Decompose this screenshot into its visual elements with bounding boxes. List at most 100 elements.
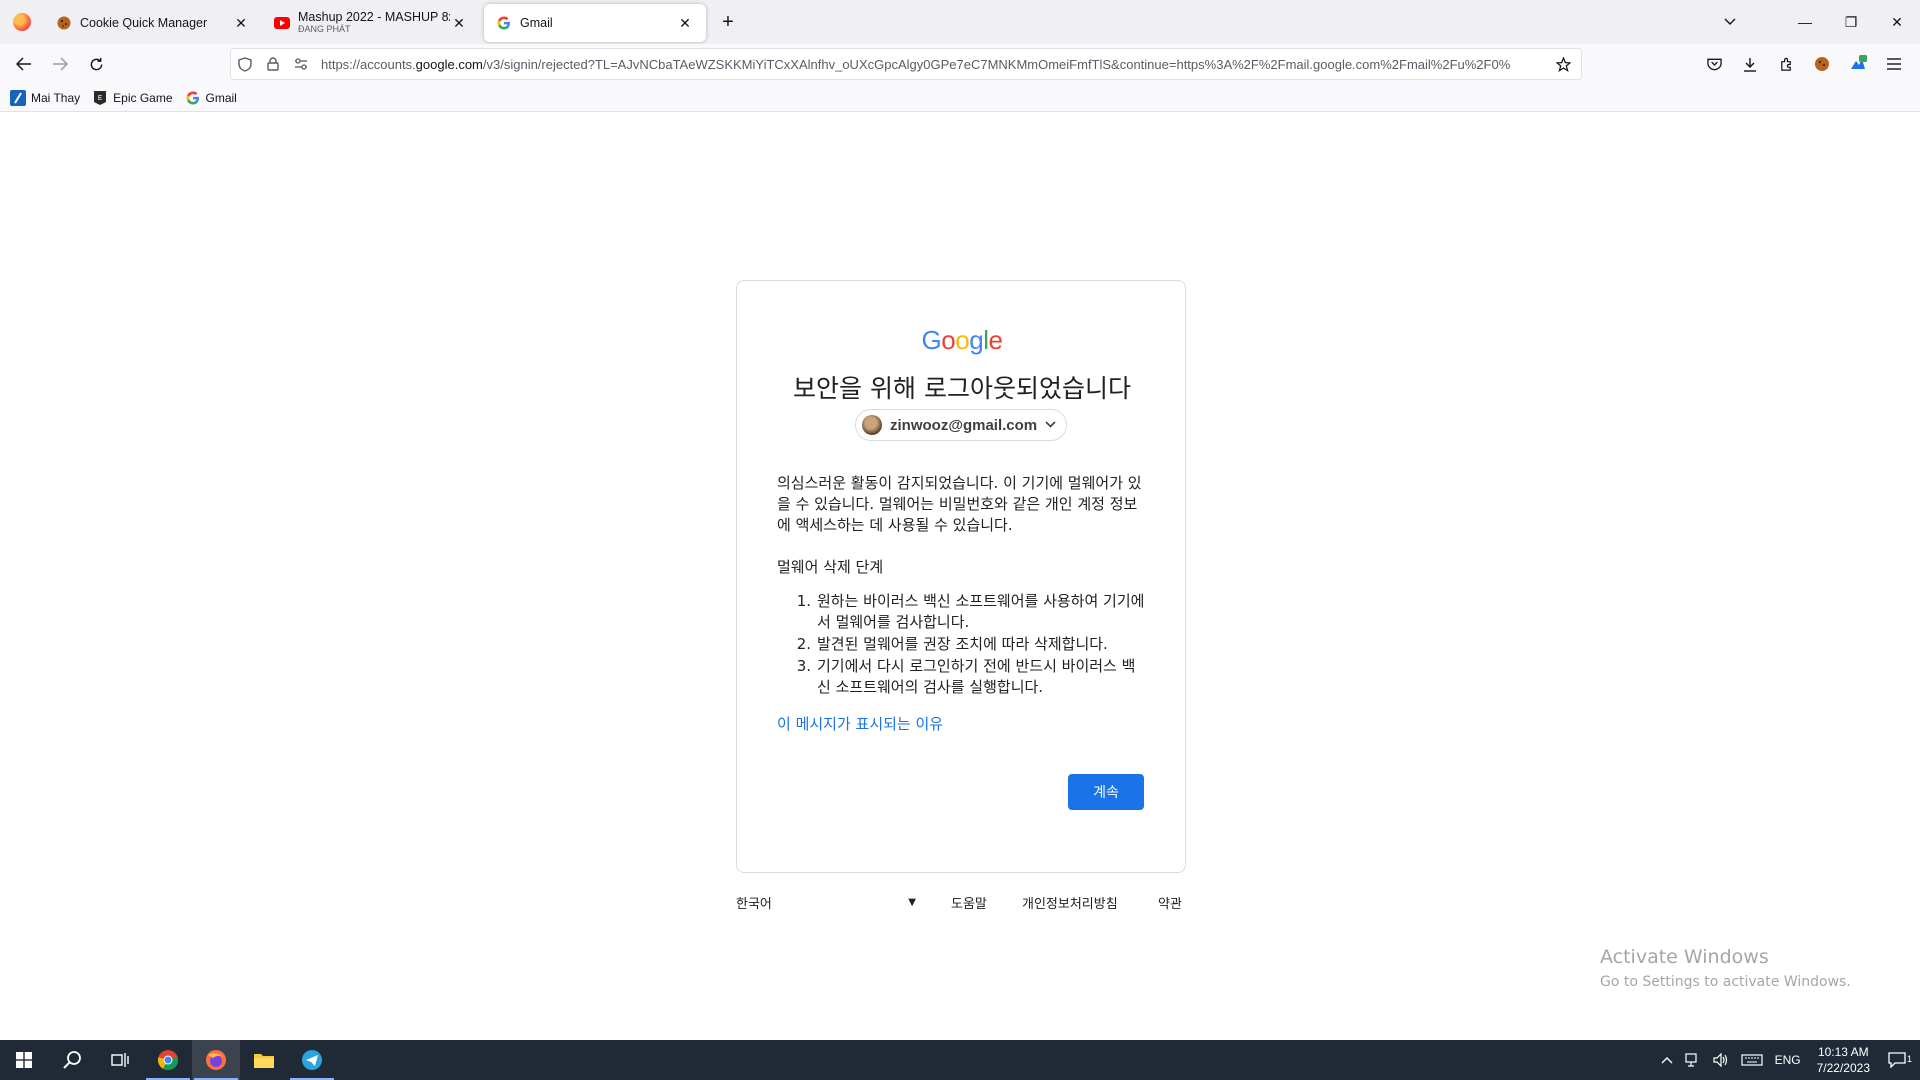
pocket-button[interactable] (1696, 48, 1732, 80)
restore-button[interactable]: ❐ (1828, 0, 1874, 44)
tab-youtube-mashup[interactable]: Mashup 2022 - MASHUP 8x 9x Hot TikTok ĐA… (262, 4, 480, 42)
downloads-button[interactable] (1732, 48, 1768, 80)
privacy-link[interactable]: 개인정보처리방침 (1022, 893, 1118, 912)
taskbar-chrome[interactable] (144, 1040, 192, 1080)
bookmark-epic-game[interactable]: E Epic Game (92, 90, 173, 106)
chevron-down-icon (1045, 419, 1056, 431)
bookmarks-toolbar: Mai Thay E Epic Game Gmail (0, 84, 1920, 112)
close-tab-icon[interactable]: ✕ (450, 14, 468, 32)
permissions-icon[interactable] (287, 50, 315, 78)
account-chip[interactable]: zinwooz@gmail.com (855, 409, 1068, 441)
step-number: 3. (796, 657, 811, 675)
volume-icon[interactable] (1707, 1053, 1735, 1067)
window-controls: — ❐ ✕ (1782, 0, 1920, 44)
url-text[interactable]: https://accounts.google.com/v3/signin/re… (315, 57, 1549, 72)
forward-button[interactable] (42, 48, 78, 80)
puzzle-icon (1780, 57, 1791, 71)
extension-badge-icon (1851, 55, 1867, 69)
chevron-down-icon (1724, 18, 1736, 25)
tab-playing-label: ĐANG PHÁT (298, 24, 351, 34)
clock-date: 7/22/2023 (1816, 1061, 1870, 1075)
taskbar-telegram[interactable] (288, 1040, 336, 1080)
start-button[interactable] (0, 1040, 48, 1080)
search-icon (63, 1051, 81, 1069)
reload-button[interactable] (78, 48, 114, 80)
arrow-right-icon (53, 57, 68, 71)
language-select[interactable]: 한국어 ▼ (736, 893, 916, 912)
bookmark-star-icon[interactable] (1549, 50, 1577, 78)
search-button[interactable] (48, 1040, 96, 1080)
system-clock[interactable]: 10:13 AM 7/22/2023 (1807, 1044, 1880, 1076)
tab-bar: Cookie Quick Manager ✕ Mashup 2022 - MAS… (0, 0, 1920, 44)
reload-icon (90, 57, 102, 70)
system-tray: ENG 10:13 AM 7/22/2023 1 (1655, 1040, 1920, 1080)
pocket-icon (1706, 58, 1722, 71)
download-icon (1744, 57, 1756, 72)
hamburger-menu-icon (1887, 58, 1901, 70)
language-value: 한국어 (736, 897, 772, 912)
help-link[interactable]: 도움말 (951, 893, 987, 912)
keyboard-icon[interactable] (1735, 1054, 1769, 1066)
step-number: 1. (796, 592, 811, 610)
steps-heading: 멀웨어 삭제 단계 (777, 558, 884, 576)
close-window-button[interactable]: ✕ (1874, 0, 1920, 44)
bookmark-label: Mai Thay (31, 90, 81, 105)
back-button[interactable] (6, 48, 42, 80)
chrome-icon (157, 1050, 179, 1071)
show-hidden-icons-button[interactable] (1655, 1056, 1679, 1064)
watermark-subtitle: Go to Settings to activate Windows. (1600, 974, 1851, 990)
youtube-icon (274, 15, 290, 31)
firefox-view-button[interactable] (0, 0, 44, 44)
mai-thay-icon (10, 89, 26, 106)
why-message-link[interactable]: 이 메시지가 표시되는 이유 (777, 713, 943, 734)
google-g-icon (185, 90, 201, 106)
terms-link[interactable]: 약관 (1158, 893, 1182, 912)
address-bar[interactable]: https://accounts.google.com/v3/signin/re… (230, 48, 1582, 80)
new-tab-button[interactable]: + (712, 6, 744, 38)
app-menu-button[interactable] (1876, 48, 1912, 80)
navigation-toolbar: https://accounts.google.com/v3/signin/re… (0, 44, 1920, 84)
page-footer: 한국어 ▼ 도움말 개인정보처리방침 약관 (736, 893, 1186, 915)
close-tab-icon[interactable]: ✕ (676, 14, 694, 32)
toolbar-right (1696, 48, 1912, 80)
task-view-button[interactable] (96, 1040, 144, 1080)
tab-gmail[interactable]: Gmail ✕ (484, 4, 706, 42)
taskbar-file-explorer[interactable] (240, 1040, 288, 1080)
bookmark-label: Gmail (205, 90, 237, 105)
taskbar-firefox[interactable] (192, 1040, 240, 1080)
firefox-icon (13, 13, 31, 31)
tab-cookie-manager[interactable]: Cookie Quick Manager ✕ (44, 4, 262, 42)
tab-title: Cookie Quick Manager (80, 16, 208, 30)
network-icon[interactable] (1679, 1053, 1707, 1067)
bookmark-label: Epic Game (113, 90, 173, 105)
bookmark-mai-thay[interactable]: Mai Thay (10, 89, 81, 106)
list-item: 2. 발견된 멀웨어를 권장 조치에 따라 삭제합니다. (795, 634, 1149, 655)
extensions-button[interactable] (1768, 48, 1804, 80)
extension-badge-button[interactable] (1840, 48, 1876, 80)
step-number: 2. (796, 635, 811, 653)
clock-time: 10:13 AM (1817, 1045, 1869, 1059)
epic-games-icon: E (92, 90, 108, 106)
svg-text:E: E (98, 94, 102, 102)
cookie-extension-button[interactable] (1804, 48, 1840, 80)
list-all-tabs-button[interactable] (1716, 8, 1744, 36)
bookmark-gmail[interactable]: Gmail (185, 90, 237, 106)
task-view-icon (111, 1053, 129, 1067)
google-g-icon (496, 15, 512, 31)
activate-windows-watermark: Activate Windows Go to Settings to activ… (1600, 946, 1851, 990)
warning-message: 의심스러운 활동이 감지되었습니다. 이 기기에 멀웨어가 있을 수 있습니다.… (777, 474, 1142, 534)
windows-taskbar: ENG 10:13 AM 7/22/2023 1 (0, 1040, 1920, 1080)
arrow-left-icon (16, 57, 31, 71)
input-language[interactable]: ENG (1769, 1053, 1807, 1067)
notification-center-button[interactable]: 1 (1880, 1052, 1920, 1068)
close-tab-icon[interactable]: ✕ (232, 14, 250, 32)
shield-icon[interactable] (231, 50, 259, 78)
google-logo: Google (921, 325, 1003, 355)
lock-icon[interactable] (259, 50, 287, 78)
notification-icon (1888, 1052, 1906, 1068)
minimize-button[interactable]: — (1782, 0, 1828, 44)
continue-button[interactable]: 계속 (1068, 774, 1144, 810)
step-text: 원하는 바이러스 백신 소프트웨어를 사용하여 기기에서 멀웨어를 검사합니다. (817, 592, 1145, 631)
step-text: 기기에서 다시 로그인하기 전에 반드시 바이러스 백신 소프트웨어의 검사를 … (817, 657, 1136, 696)
folder-icon (254, 1054, 274, 1068)
